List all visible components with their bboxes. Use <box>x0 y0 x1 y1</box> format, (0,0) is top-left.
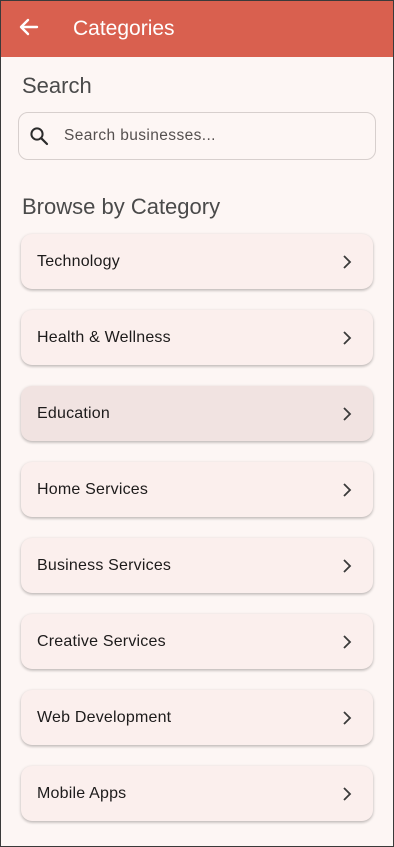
category-item-mobile-apps[interactable]: Mobile Apps <box>21 766 373 821</box>
chevron-right-icon <box>335 706 359 730</box>
search-heading: Search <box>22 73 92 98</box>
search-icon <box>28 125 50 147</box>
category-label: Home Services <box>37 480 149 498</box>
back-button[interactable] <box>1 1 57 57</box>
page-title: Categories <box>73 17 175 40</box>
category-label: Web Development <box>37 708 172 726</box>
category-label: Education <box>37 404 110 422</box>
category-list: Technology Health & Wellness Education H… <box>21 234 373 821</box>
category-label: Mobile Apps <box>37 784 127 802</box>
category-item-creative-services[interactable]: Creative Services <box>21 614 373 669</box>
chevron-right-icon <box>335 402 359 426</box>
chevron-right-icon <box>335 478 359 502</box>
category-item-business-services[interactable]: Business Services <box>21 538 373 593</box>
category-item-technology[interactable]: Technology <box>21 234 373 289</box>
category-label: Creative Services <box>37 632 166 650</box>
category-item-web-development[interactable]: Web Development <box>21 690 373 745</box>
chevron-right-icon <box>335 782 359 806</box>
arrow-back-icon <box>19 17 39 42</box>
category-label: Health & Wellness <box>37 328 171 346</box>
category-item-health-wellness[interactable]: Health & Wellness <box>21 310 373 365</box>
search-input[interactable] <box>62 126 375 146</box>
browse-heading: Browse by Category <box>22 194 221 219</box>
search-field[interactable] <box>18 112 376 160</box>
category-label: Business Services <box>37 556 172 574</box>
app-bar: Categories <box>1 1 393 57</box>
category-label: Technology <box>37 252 120 270</box>
category-item-education[interactable]: Education <box>21 386 373 441</box>
category-item-home-services[interactable]: Home Services <box>21 462 373 517</box>
app-frame: Categories Search Browse by Category Tec… <box>0 0 394 847</box>
chevron-right-icon <box>335 554 359 578</box>
chevron-right-icon <box>335 250 359 274</box>
main-content: Search Browse by Category Technology Hea… <box>1 73 393 821</box>
chevron-right-icon <box>335 630 359 654</box>
chevron-right-icon <box>335 326 359 350</box>
